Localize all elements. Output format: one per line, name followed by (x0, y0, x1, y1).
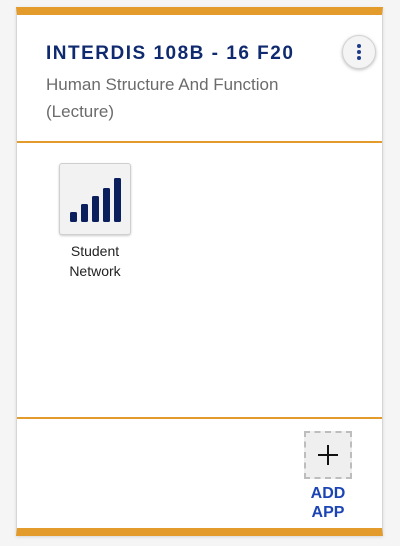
course-name: Human Structure And Function (Lecture) (46, 75, 279, 121)
course-card: INTERDIS 108B - 16 F20 Human Structure A… (16, 7, 383, 536)
signal-bars-icon (70, 178, 121, 222)
apps-area: Student Network (17, 143, 382, 419)
app-tile-student-network[interactable]: Student Network (53, 163, 137, 281)
more-vertical-icon-dot (357, 56, 361, 60)
plus-icon (318, 445, 338, 465)
more-vertical-icon (357, 44, 361, 48)
course-card-footer: ADD APP (17, 419, 382, 536)
add-app-button[interactable]: ADD APP (299, 431, 357, 522)
more-vertical-icon-dot (357, 50, 361, 54)
add-app-label-line2: APP (311, 504, 345, 521)
more-options-button[interactable] (342, 35, 376, 69)
add-app-box[interactable] (304, 431, 352, 479)
add-app-label-line1: ADD (310, 485, 346, 502)
course-code[interactable]: INTERDIS 108B - 16 F20 (46, 43, 294, 65)
add-app-label[interactable]: ADD APP (299, 484, 357, 522)
course-card-header: INTERDIS 108B - 16 F20 Human Structure A… (17, 15, 382, 143)
app-label[interactable]: Student Network (53, 241, 137, 281)
app-icon-box[interactable] (59, 163, 131, 235)
